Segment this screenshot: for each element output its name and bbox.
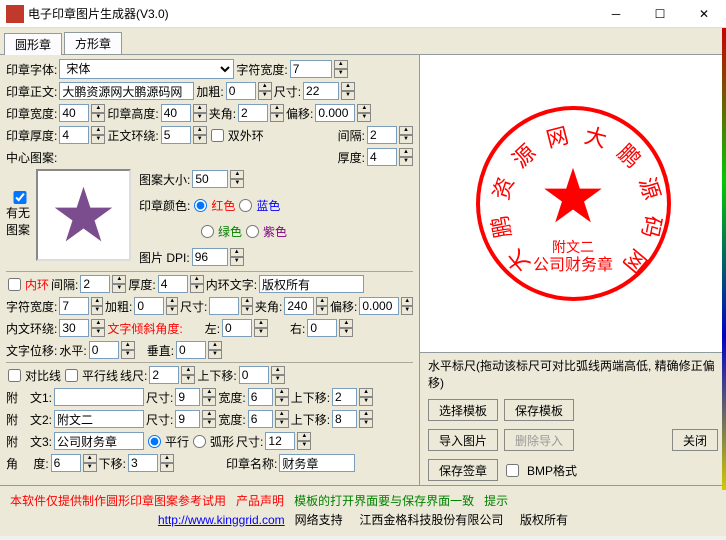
seal-preview: 大鹏资源网大鹏源码网 ★ 附文二 公司财务章 — [420, 55, 726, 352]
bold-input[interactable] — [226, 82, 256, 100]
save-template-button[interactable]: 保存模板 — [504, 399, 574, 421]
label-patternsize: 图案大小: — [139, 171, 190, 188]
footer-url[interactable]: http://www.kinggrid.com — [158, 513, 285, 527]
label-dpi: 图片 DPI: — [139, 249, 190, 266]
close-button[interactable]: ✕ — [682, 0, 726, 28]
label-maintext: 印章正文: — [6, 83, 57, 100]
color-blue-radio[interactable] — [239, 199, 252, 212]
ruler-hint: 水平标尺(拖动该标尺可对比弧线两端高低, 精确修正偏移) — [420, 352, 726, 395]
tab-square[interactable]: 方形章 — [64, 32, 122, 54]
angle-input[interactable] — [238, 104, 268, 122]
maintext-input[interactable] — [59, 82, 194, 100]
label-size: 尺寸: — [274, 83, 301, 100]
seal-line2: 公司财务章 — [533, 251, 613, 275]
patternsize-input[interactable] — [192, 170, 228, 188]
footer-tpl-hint: 模板的打开界面要与保存界面一致 — [294, 494, 474, 508]
label-textring: 正文环绕: — [107, 127, 158, 144]
sealname-input[interactable] — [279, 454, 355, 472]
import-image-button[interactable]: 导入图片 — [428, 429, 498, 451]
minimize-button[interactable]: ─ — [594, 0, 638, 28]
color-green-radio[interactable] — [201, 225, 214, 238]
label-offset: 偏移: — [286, 105, 313, 122]
flat-radio[interactable] — [148, 435, 161, 448]
select-template-button[interactable]: 选择模板 — [428, 399, 498, 421]
label-charwidth: 字符宽度: — [236, 61, 287, 78]
attach2-input[interactable] — [54, 410, 144, 428]
label-innerring: 内环 — [25, 276, 49, 293]
label-doublering: 双外环 — [228, 127, 264, 144]
thick2-input[interactable] — [367, 148, 397, 166]
doublering-check[interactable] — [211, 129, 224, 142]
size-input[interactable] — [303, 82, 339, 100]
gap-input[interactable] — [367, 126, 397, 144]
innertext-input[interactable] — [259, 275, 364, 293]
save-signature-button[interactable]: 保存签章 — [428, 459, 498, 481]
footer-product-note[interactable]: 产品声明 — [236, 494, 284, 508]
dpi-input[interactable] — [192, 248, 228, 266]
innergap-input[interactable] — [80, 275, 110, 293]
scrollbar[interactable] — [722, 28, 726, 490]
bmp-check[interactable] — [506, 464, 519, 477]
font-select[interactable]: 宋体 — [59, 59, 234, 79]
label-haspattern: 有无图案 — [6, 204, 34, 238]
color-purple-radio[interactable] — [246, 225, 259, 238]
delete-import-button[interactable]: 删除导入 — [504, 429, 574, 451]
label-sealwidth: 印章宽度: — [6, 105, 57, 122]
size-spin[interactable]: ▲▼ — [341, 82, 355, 100]
diagline-check[interactable] — [8, 369, 21, 382]
star-icon: ★ — [50, 178, 117, 253]
innerring-check[interactable] — [8, 278, 21, 291]
label-thick2: 厚度: — [338, 149, 365, 166]
label-sealcolor: 印章颜色: — [139, 197, 190, 214]
attach3-input[interactable] — [54, 432, 144, 450]
thickness-input[interactable] — [59, 126, 89, 144]
label-bold: 加粗: — [196, 83, 223, 100]
offset-input[interactable] — [315, 104, 355, 122]
label-angle: 夹角: — [209, 105, 236, 122]
sealheight-input[interactable] — [161, 104, 191, 122]
label-gap: 间隔: — [338, 127, 365, 144]
color-red-radio[interactable] — [194, 199, 207, 212]
close-button-2[interactable]: 关闭 — [672, 429, 718, 451]
charwidth-input[interactable] — [290, 60, 332, 78]
footer-hint[interactable]: 提示 — [484, 494, 508, 508]
tab-round[interactable]: 圆形章 — [4, 33, 62, 55]
innerthick-input[interactable] — [158, 275, 188, 293]
attach1-input[interactable] — [54, 388, 144, 406]
pattern-preview[interactable]: ★ — [36, 169, 131, 261]
maximize-button[interactable]: ☐ — [638, 0, 682, 28]
haspattern-check[interactable] — [8, 191, 32, 204]
sealwidth-input[interactable] — [59, 104, 89, 122]
textring-input[interactable] — [161, 126, 191, 144]
charwidth-spin[interactable]: ▲▼ — [334, 60, 348, 78]
seal-star-icon: ★ — [539, 152, 606, 240]
label-font: 印章字体: — [6, 61, 57, 78]
app-icon — [6, 5, 24, 23]
label-thickness: 印章厚度: — [6, 127, 57, 144]
footer-disclaimer: 本软件仅提供制作圆形印章图案参考试用 — [10, 494, 226, 508]
label-sealheight: 印章高度: — [107, 105, 158, 122]
paraline-check[interactable] — [65, 369, 78, 382]
bold-spin[interactable]: ▲▼ — [258, 82, 272, 100]
arc-radio[interactable] — [193, 435, 206, 448]
window-title: 电子印章图片生成器(V3.0) — [28, 5, 594, 22]
label-centerpattern: 中心图案: — [6, 149, 57, 166]
